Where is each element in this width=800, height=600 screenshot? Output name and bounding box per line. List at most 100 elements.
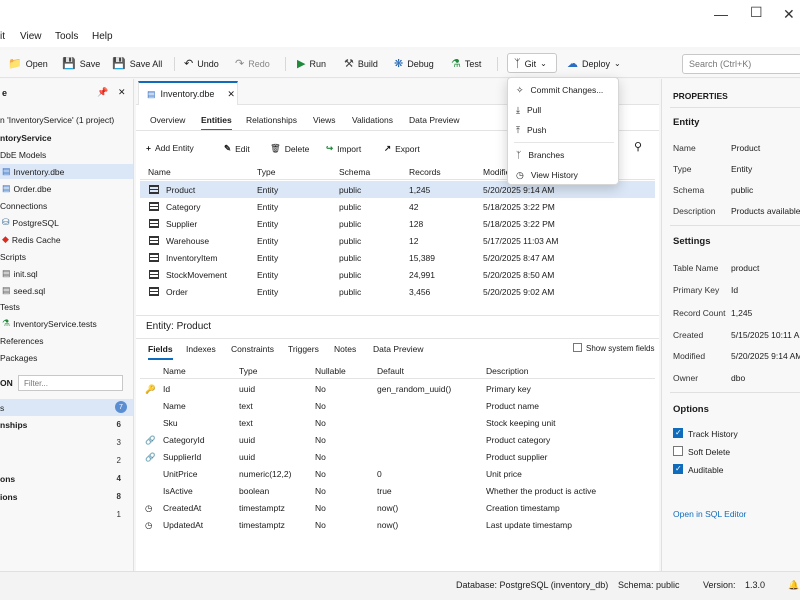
tab-inventory-dbe[interactable]: ▤ Inventory.dbe ✕ <box>138 81 238 105</box>
table-row[interactable]: Supplier Entity public 128 5/18/2025 3:22 PM <box>140 215 655 232</box>
table-row[interactable]: Sku text No Stock keeping unit <box>140 414 655 431</box>
table-row[interactable]: ◷ CreatedAt timestamptz No now() Creation tim… <box>140 499 655 516</box>
tree-item-references[interactable]: References <box>0 333 133 348</box>
tab-validations[interactable]: Validations <box>352 115 393 125</box>
project-node[interactable]: ntoryService <box>0 130 133 145</box>
export-button[interactable]: ↗ Export <box>384 143 420 154</box>
run-button[interactable]: ▶ Run <box>297 56 326 72</box>
redo-button[interactable]: ↷ Redo <box>235 56 270 72</box>
save-all-button[interactable]: 💾 Save All <box>112 56 162 72</box>
menu-help[interactable]: Help <box>92 31 113 42</box>
table-row[interactable]: 🔗 CategoryId uuid No Product category <box>140 431 655 448</box>
tree-item-init-sql[interactable]: ▤ init.sql <box>0 266 133 281</box>
menu-view[interactable]: View <box>20 31 42 42</box>
close-panel-icon[interactable]: ✕ <box>118 87 126 98</box>
prop-value[interactable]: dbo <box>731 373 745 383</box>
add-entity-button[interactable]: + Add Entity <box>146 143 194 153</box>
prop-value[interactable]: product <box>731 263 759 273</box>
prop-value[interactable]: Product <box>731 143 760 153</box>
table-row[interactable]: InventoryItem Entity public 15,389 5/20/2025… <box>140 249 655 266</box>
list-item[interactable]: ons 4 <box>0 471 133 486</box>
undo-button[interactable]: ↶ Undo <box>184 56 219 72</box>
tab-data-preview[interactable]: Data Preview <box>409 115 460 125</box>
close-icon[interactable]: ✕ <box>783 6 795 23</box>
notification-icon[interactable]: 🔔 <box>788 580 799 591</box>
table-row[interactable]: Order Entity public 3,456 5/20/2025 9:02 AM <box>140 283 655 300</box>
solution-node[interactable]: n 'InventoryService' (1 project) <box>0 112 133 127</box>
table-row[interactable]: ◷ UpdatedAt timestamptz No now() Last update … <box>140 516 655 533</box>
table-row[interactable]: 🔑 Id uuid No gen_random_uuid() Primary key <box>140 380 655 397</box>
tab-relationships[interactable]: Relationships <box>246 115 297 125</box>
track-history-checkbox[interactable] <box>673 428 683 438</box>
prop-value[interactable]: 5/20/2025 9:14 AM <box>731 351 800 361</box>
tab-notes[interactable]: Notes <box>334 344 356 354</box>
menu-item-history[interactable]: ◷ View History <box>508 165 620 185</box>
tab-data-preview-detail[interactable]: Data Preview <box>373 344 424 354</box>
tab-fields[interactable]: Fields <box>148 344 173 360</box>
import-button[interactable]: ↪ Import <box>326 143 361 154</box>
debug-button[interactable]: ❋ Debug <box>394 56 434 72</box>
prop-value[interactable]: public <box>731 185 753 195</box>
tree-item-inventory-dbe[interactable]: ▤ Inventory.dbe <box>0 164 133 179</box>
tab-entities[interactable]: Entities <box>201 115 232 131</box>
soft-delete-checkbox[interactable] <box>673 446 683 456</box>
table-row[interactable]: Category Entity public 42 5/18/2025 3:22 PM <box>140 198 655 215</box>
table-row[interactable]: Warehouse Entity public 12 5/17/2025 11:03 A… <box>140 232 655 249</box>
list-item[interactable]: ions 8 <box>0 489 133 504</box>
table-row[interactable]: StockMovement Entity public 24,991 5/20/2025… <box>140 266 655 283</box>
tab-indexes[interactable]: Indexes <box>186 344 216 354</box>
menu-item-commit[interactable]: ✧ Commit Changes... <box>508 80 620 100</box>
table-row[interactable]: IsActive boolean No true Whether the product… <box>140 482 655 499</box>
edit-button[interactable]: ✎ Edit <box>224 143 250 154</box>
menu-tools[interactable]: Tools <box>55 31 78 42</box>
tab-overview[interactable]: Overview <box>150 115 185 125</box>
delete-button[interactable]: 🗑 Delete <box>270 143 309 154</box>
minimize-icon[interactable]: — <box>714 6 728 22</box>
tree-item-postgresql[interactable]: ⛁ PostgreSQL <box>0 215 133 230</box>
search-icon[interactable]: ⚲ <box>634 140 642 153</box>
tree-item-order-dbe[interactable]: ▤ Order.dbe <box>0 181 133 196</box>
menu-file[interactable]: it <box>0 31 5 42</box>
global-search-input[interactable]: Search (Ctrl+K) <box>682 54 800 74</box>
close-tab-icon[interactable]: ✕ <box>227 89 235 100</box>
list-item[interactable]: 3 <box>0 435 133 450</box>
save-button[interactable]: 💾 Save <box>62 56 100 72</box>
deploy-button[interactable]: ☁ Deploy ⌄ <box>567 56 621 72</box>
tree-item-connections[interactable]: Connections <box>0 198 133 213</box>
tab-triggers[interactable]: Triggers <box>288 344 319 354</box>
build-button[interactable]: ⚒ Build <box>344 56 378 72</box>
prop-value[interactable]: 1,245 <box>731 308 752 318</box>
test-button[interactable]: ⚗ Test <box>451 56 481 72</box>
auditable-checkbox[interactable] <box>673 464 683 474</box>
table-row[interactable]: UnitPrice numeric(12,2) No 0 Unit price <box>140 465 655 482</box>
prop-value[interactable]: Entity <box>731 164 752 174</box>
list-item[interactable]: nships 6 <box>0 417 133 432</box>
tree-item-dbe-models[interactable]: DbE Models <box>0 147 133 162</box>
menu-item-branches[interactable]: ᛉ Branches <box>508 145 620 165</box>
list-item[interactable]: 1 <box>0 507 133 522</box>
tree-item-tests[interactable]: Tests <box>0 299 133 314</box>
tab-constraints[interactable]: Constraints <box>231 344 274 354</box>
open-in-sql-editor-link[interactable]: Open in SQL Editor <box>673 509 746 519</box>
menu-item-push[interactable]: ⤒ Push <box>508 120 620 140</box>
tree-item-tests-project[interactable]: ⚗ InventoryService.tests <box>0 316 133 331</box>
show-system-fields-checkbox[interactable] <box>573 343 582 352</box>
tree-item-redis[interactable]: ◆ Redis Cache <box>0 232 133 247</box>
tree-item-seed-sql[interactable]: ▤ seed.sql <box>0 283 133 298</box>
git-button[interactable]: ᛉ Git ⌄ <box>507 53 557 73</box>
table-row[interactable]: 🔗 SupplierId uuid No Product supplier <box>140 448 655 465</box>
prop-value[interactable]: 5/15/2025 10:11 AM <box>731 330 800 340</box>
tree-item-packages[interactable]: Packages <box>0 350 133 365</box>
prop-value[interactable]: Id <box>731 285 738 295</box>
tree-item-scripts[interactable]: Scripts <box>0 249 133 264</box>
menu-item-pull[interactable]: ⤓ Pull <box>508 100 620 120</box>
pin-icon[interactable]: 📌 <box>97 87 108 98</box>
table-row[interactable]: Name text No Product name <box>140 397 655 414</box>
list-item[interactable]: s7 <box>0 399 133 416</box>
list-item[interactable]: 2 <box>0 453 133 468</box>
tab-views[interactable]: Views <box>313 115 336 125</box>
prop-value[interactable]: Products available in <box>731 206 800 216</box>
open-button[interactable]: 📁 Open <box>8 56 48 72</box>
filter-input[interactable]: Filter... <box>18 375 123 391</box>
maximize-icon[interactable]: ☐ <box>750 4 763 21</box>
